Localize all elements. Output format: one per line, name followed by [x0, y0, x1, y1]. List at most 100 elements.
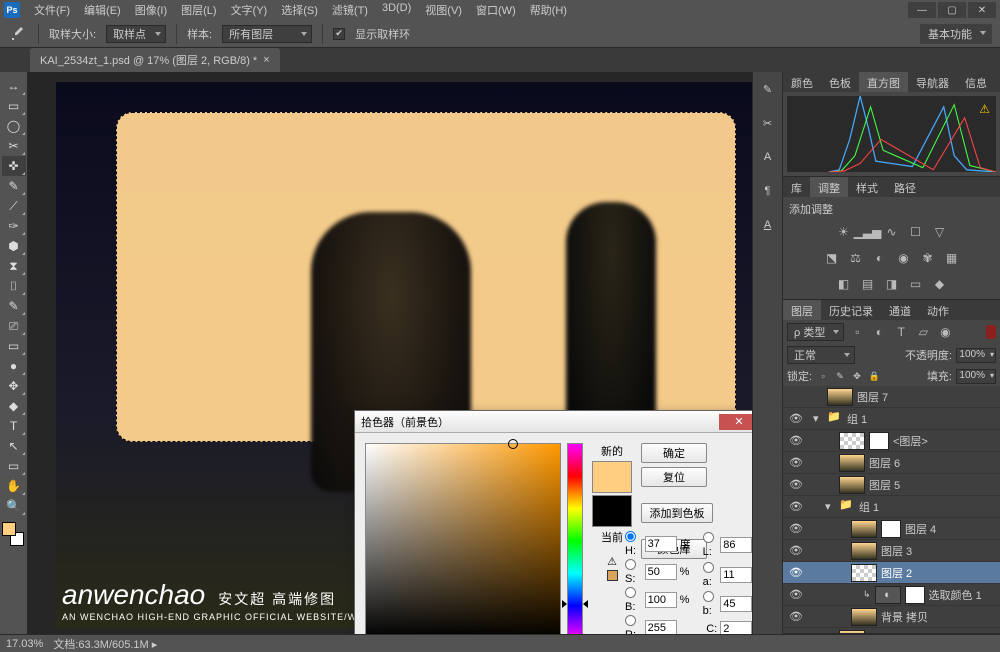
move-tool[interactable]: ↔ — [2, 76, 26, 96]
paragraph-panel-icon[interactable]: ¶ — [757, 180, 779, 202]
lock-transparency-icon[interactable]: ▫ — [816, 369, 830, 383]
menu-item[interactable]: 编辑(E) — [78, 0, 127, 20]
spot-heal-tool[interactable]: ✎ — [2, 176, 26, 196]
hue-radio[interactable]: H: — [625, 531, 642, 557]
color-swatches[interactable] — [2, 522, 26, 546]
layer-name[interactable]: 图层 2 — [881, 565, 996, 581]
gamut-warning[interactable]: ⚠ — [607, 555, 617, 568]
layer-mask-thumb[interactable] — [881, 520, 901, 538]
hue-sat-icon[interactable]: ⬔ — [823, 249, 841, 267]
hue-slider[interactable] — [567, 443, 583, 634]
menu-item[interactable]: 图像(I) — [129, 0, 173, 20]
lock-position-icon[interactable]: ✥ — [850, 369, 864, 383]
hue-input[interactable] — [645, 536, 677, 552]
menu-item[interactable]: 选择(S) — [275, 0, 324, 20]
panel-tab[interactable]: 颜色 — [783, 72, 821, 92]
ok-button[interactable]: 确定 — [641, 443, 707, 463]
invert-icon[interactable]: ◧ — [835, 275, 853, 293]
gradient-map-icon[interactable]: ▭ — [907, 275, 925, 293]
close-button[interactable]: ✕ — [968, 2, 996, 18]
tool-presets-icon[interactable]: ✂ — [757, 112, 779, 134]
menu-item[interactable]: 帮助(H) — [524, 0, 573, 20]
panel-tab[interactable]: 库 — [783, 177, 810, 197]
layer-row[interactable]: 👁图层 6 — [783, 452, 1000, 474]
layer-list[interactable]: 图层 7👁▾📁组 1👁<图层>👁图层 6👁图层 5👁▾📁组 1👁图层 4👁图层 … — [783, 386, 1000, 633]
layer-visibility-toggle[interactable]: 👁 — [787, 632, 805, 633]
tool[interactable]: ✋ — [2, 476, 26, 496]
lab-b-input[interactable] — [720, 596, 752, 612]
posterize-icon[interactable]: ▤ — [859, 275, 877, 293]
layer-row[interactable]: 👁图层 5 — [783, 474, 1000, 496]
pen-tool[interactable]: ▭ — [2, 336, 26, 356]
brightness-contrast-icon[interactable]: ☀ — [835, 223, 853, 241]
layer-name[interactable]: 组 1 — [847, 411, 996, 427]
threshold-icon[interactable]: ◨ — [883, 275, 901, 293]
layer-filter-type-dropdown[interactable]: ρ 类型 — [787, 323, 844, 341]
layer-name[interactable]: 图层 7 — [857, 389, 996, 405]
photo-filter-icon[interactable]: ◉ — [895, 249, 913, 267]
panel-tab[interactable]: 通道 — [881, 300, 919, 320]
color-field-marker[interactable] — [508, 439, 518, 449]
layer-name[interactable]: 组 1 — [859, 499, 996, 515]
layer-row[interactable]: 👁图层 3 — [783, 540, 1000, 562]
layer-name[interactable]: 图层 3 — [881, 543, 996, 559]
layer-visibility-toggle[interactable]: 👁 — [787, 610, 805, 623]
layer-name[interactable]: 背景 拷贝 — [881, 609, 996, 625]
panel-tab[interactable]: 动作 — [919, 300, 957, 320]
channel-mixer-icon[interactable]: ✾ — [919, 249, 937, 267]
panel-tab[interactable]: 直方图 — [859, 72, 908, 92]
zoom-tool[interactable]: ↖ — [2, 436, 26, 456]
menu-item[interactable]: 窗口(W) — [470, 0, 522, 20]
layer-group-row[interactable]: 👁▾📁组 1 — [783, 408, 1000, 430]
menu-item[interactable]: 滤镜(T) — [326, 0, 374, 20]
path-select-tool[interactable]: ✥ — [2, 376, 26, 396]
panel-tab[interactable]: 调整 — [810, 177, 848, 197]
layer-row[interactable]: 👁图层 1 — [783, 628, 1000, 633]
layer-mask-thumb[interactable] — [869, 432, 889, 450]
black-white-icon[interactable]: ◐ — [871, 249, 889, 267]
minimize-button[interactable]: — — [908, 2, 936, 18]
character-panel-icon[interactable]: A — [757, 146, 779, 168]
hue-slider-thumb[interactable] — [562, 600, 567, 608]
red-radio[interactable]: R: — [625, 615, 642, 634]
eraser-tool[interactable]: ⧗ — [2, 256, 26, 276]
a-input[interactable] — [720, 567, 752, 583]
l-radio[interactable]: L: — [703, 532, 718, 558]
fill-input[interactable]: 100% — [956, 369, 996, 384]
document-tab[interactable]: KAI_2534zt_1.psd @ 17% (图层 2, RGB/8) * × — [30, 48, 280, 72]
vibrance-icon[interactable]: ▽ — [931, 223, 949, 241]
document-tab-close[interactable]: × — [263, 54, 269, 66]
filter-shape-icon[interactable]: ▱ — [914, 323, 932, 341]
blend-mode-dropdown[interactable]: 正常 — [787, 346, 855, 364]
brush-tool[interactable]: ⟋ — [2, 196, 26, 216]
layer-row[interactable]: 👁↳◐选取颜色 1 — [783, 584, 1000, 606]
eyedropper-tool[interactable]: ✜ — [2, 156, 26, 176]
exposure-icon[interactable]: ☐ — [907, 223, 925, 241]
character-styles-icon[interactable]: A — [757, 214, 779, 236]
saturation-input[interactable] — [645, 564, 677, 580]
layer-row[interactable]: 图层 7 — [783, 386, 1000, 408]
show-ring-checkbox[interactable] — [333, 28, 345, 40]
gradient-tool[interactable]: ⌷ — [2, 276, 26, 296]
sample-size-dropdown[interactable]: 取样点 — [106, 25, 166, 43]
hue-slider-thumb[interactable] — [583, 600, 588, 608]
menu-item[interactable]: 图层(L) — [175, 0, 222, 20]
brush-panel-icon[interactable]: ✎ — [757, 78, 779, 100]
layer-row[interactable]: 👁 背景 拷贝 — [783, 606, 1000, 628]
panel-tab[interactable]: 导航器 — [908, 72, 957, 92]
layer-name[interactable]: 图层 5 — [869, 477, 996, 493]
lasso-tool[interactable]: ◯ — [2, 116, 26, 136]
hand-tool[interactable]: T — [2, 416, 26, 436]
menu-item[interactable]: 文件(F) — [28, 0, 76, 20]
add-swatch-button[interactable]: 添加到色板 — [641, 503, 713, 523]
layer-visibility-toggle[interactable]: 👁 — [787, 500, 805, 513]
lab-b-radio[interactable]: b: — [703, 591, 718, 617]
filter-smart-icon[interactable]: ◉ — [936, 323, 954, 341]
layer-visibility-toggle[interactable]: 👁 — [787, 566, 805, 579]
crop-tool[interactable]: ✂ — [2, 136, 26, 156]
tool[interactable]: 🔍 — [2, 496, 26, 516]
clone-tool[interactable]: ✑ — [2, 216, 26, 236]
foreground-swatch[interactable] — [2, 522, 16, 536]
layer-visibility-toggle[interactable]: 👁 — [787, 588, 805, 601]
filter-pixel-icon[interactable]: ▫ — [848, 323, 866, 341]
